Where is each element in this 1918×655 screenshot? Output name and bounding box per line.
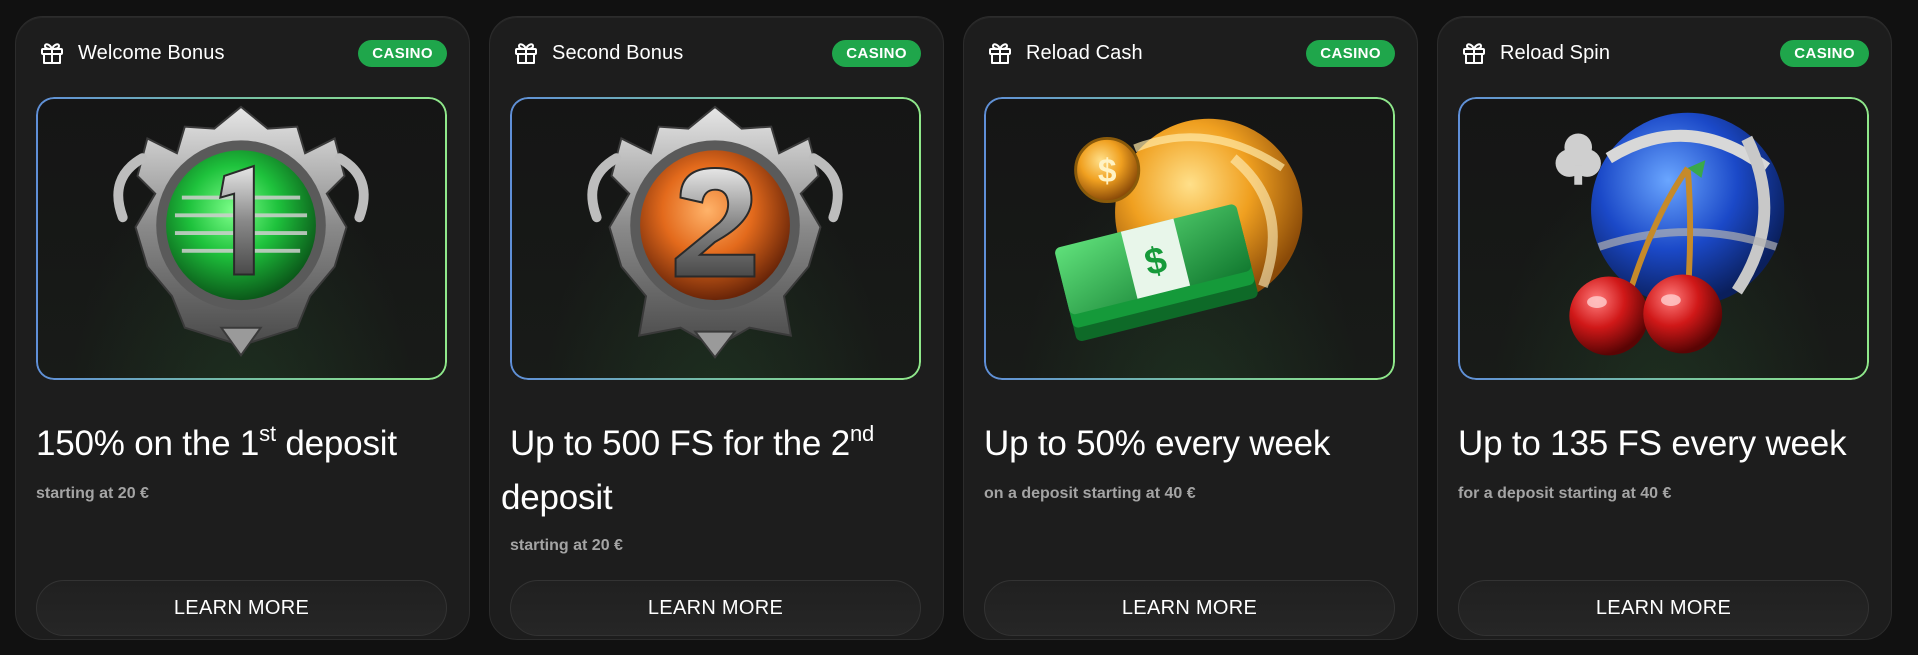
card-title: Second Bonus: [552, 41, 684, 64]
card-title: Welcome Bonus: [78, 41, 225, 64]
gift-icon: [41, 43, 63, 64]
casino-badge: CASINO: [1306, 39, 1395, 67]
bonus-subtext: on a deposit starting at 40 €: [984, 485, 1196, 502]
bonus-artwork: [36, 97, 447, 380]
bonus-headline: Up to 50% every week: [984, 424, 1331, 463]
gift-icon: [515, 43, 537, 64]
bonus-card-reload-spin: Reload Spin CASINO Up to 135 FS every we…: [1437, 16, 1892, 640]
green-badge-1-icon: [113, 105, 369, 358]
orange-badge-2-icon: [587, 105, 843, 359]
card-header: Reload Cash CASINO: [986, 37, 1395, 69]
learn-more-button[interactable]: LEARN MORE: [984, 580, 1395, 636]
learn-more-button[interactable]: LEARN MORE: [510, 580, 921, 636]
bonus-subtext: starting at 20 €: [510, 537, 623, 554]
bonus-card-reload-cash: Reload Cash CASINO $ $ Up to 50% every w…: [963, 16, 1418, 640]
bonus-artwork: [510, 97, 921, 380]
bonus-artwork: $ $: [984, 97, 1395, 380]
cash-stack-icon: $ $: [1055, 118, 1303, 341]
learn-more-button[interactable]: LEARN MORE: [1458, 580, 1869, 636]
bonus-artwork: [1458, 97, 1869, 380]
bonus-headline: 150% on the 1st deposit: [36, 421, 397, 463]
bonus-subtext: starting at 20 €: [36, 485, 149, 502]
svg-text:$: $: [1098, 153, 1117, 190]
bonus-headline: Up to 500 FS for the 2nd deposit: [501, 421, 875, 517]
bonus-card-second: Second Bonus CASINO Up to 500 FS for the…: [489, 16, 944, 640]
card-title: Reload Cash: [1026, 41, 1143, 64]
bonus-headline: Up to 135 FS every week: [1458, 424, 1847, 463]
bonus-cards-row: Welcome Bonus CASINO 150% on the 1st dep…: [15, 16, 1892, 640]
card-title: Reload Spin: [1500, 41, 1611, 64]
card-header: Second Bonus CASINO: [512, 37, 921, 69]
bonus-card-welcome: Welcome Bonus CASINO 150% on the 1st dep…: [15, 16, 470, 640]
casino-badge: CASINO: [832, 39, 921, 67]
card-header: Welcome Bonus CASINO: [38, 37, 447, 69]
casino-badge: CASINO: [358, 39, 447, 67]
gift-icon: [989, 43, 1011, 64]
casino-badge: CASINO: [1780, 39, 1869, 67]
bonus-subtext: for a deposit starting at 40 €: [1458, 485, 1672, 502]
cherry-ball-icon: [1555, 112, 1785, 356]
learn-more-button[interactable]: LEARN MORE: [36, 580, 447, 636]
gift-icon: [1463, 43, 1485, 64]
card-header: Reload Spin CASINO: [1460, 37, 1869, 69]
